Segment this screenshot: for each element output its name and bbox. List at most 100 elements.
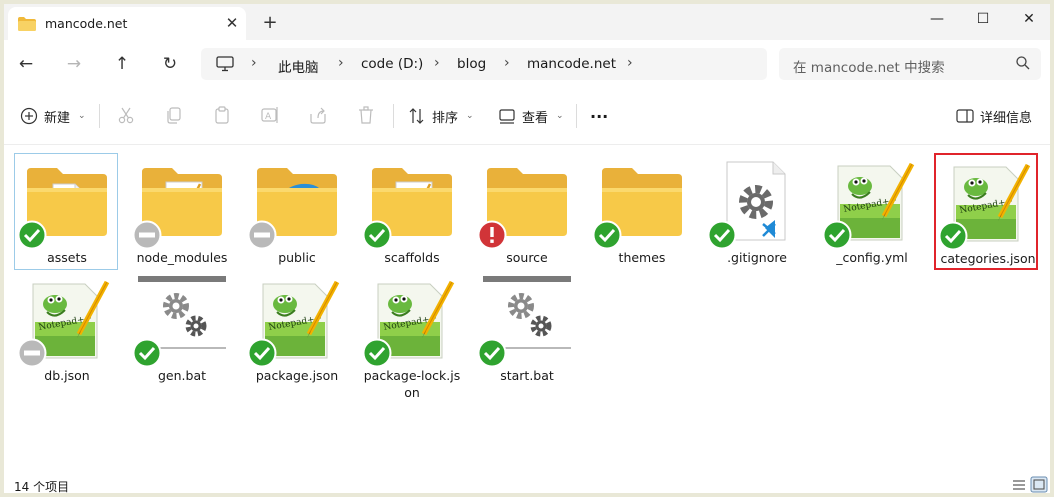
file-name: source: [506, 250, 548, 265]
breadcrumb-blog[interactable]: blog: [457, 56, 486, 72]
breadcrumb-drive[interactable]: code (D:): [361, 56, 423, 72]
file-item[interactable]: .gitignore: [704, 153, 808, 270]
chevron-down-icon: ⌄: [466, 111, 474, 121]
details-view-icon[interactable]: [1010, 476, 1028, 493]
title-bar: mancode.net ✕ + — ☐ ✕: [4, 4, 1050, 40]
neutral-badge-icon: [132, 220, 162, 250]
tab-title: mancode.net: [45, 16, 128, 31]
file-name: package-lock.json: [363, 368, 461, 400]
file-name: themes: [618, 250, 666, 265]
file-item[interactable]: Notepad++ package.json: [244, 271, 348, 388]
check-badge-icon: [938, 221, 968, 251]
details-button[interactable]: 详细信息: [956, 105, 1032, 127]
forward-button[interactable]: →: [60, 50, 88, 78]
view-label: 查看: [522, 110, 549, 126]
divider: [393, 104, 394, 128]
svg-text:A: A: [265, 112, 272, 122]
neutral-badge-icon: [247, 220, 277, 250]
cut-icon[interactable]: [116, 105, 136, 125]
search-placeholder: 在 mancode.net 中搜索: [793, 60, 945, 76]
back-button[interactable]: ←: [12, 50, 40, 78]
details-pane-icon: [956, 109, 974, 123]
check-badge-icon: [707, 220, 737, 250]
chevron-down-icon: ⌄: [556, 111, 564, 121]
close-tab-icon[interactable]: ✕: [221, 12, 243, 34]
neutral-badge-icon: [17, 338, 47, 368]
search-input[interactable]: 在 mancode.net 中搜索: [779, 48, 1041, 80]
file-name: public: [278, 250, 316, 265]
chevron-down-icon: ⌄: [78, 111, 86, 121]
command-bar: 新建 ⌄ A 排序 ⌄ 查看 ⌄ ··· 详细信息: [4, 88, 1050, 145]
check-badge-icon: [362, 338, 392, 368]
more-button[interactable]: ···: [590, 105, 608, 127]
sort-button[interactable]: 排序 ⌄: [408, 105, 474, 127]
file-name: db.json: [44, 368, 90, 383]
chevron-right-icon: ›: [434, 55, 440, 71]
computer-icon: [216, 56, 234, 72]
status-bar: 14 个项目: [4, 476, 1050, 493]
sort-label: 排序: [432, 110, 459, 126]
divider: [99, 104, 100, 128]
breadcrumb-this-pc[interactable]: 此电脑: [278, 56, 319, 76]
file-item[interactable]: Notepad++ db.json: [14, 271, 118, 388]
error-badge-icon: [477, 220, 507, 250]
item-count: 14 个项目: [14, 480, 70, 493]
check-badge-icon: [477, 338, 507, 368]
check-badge-icon: [247, 338, 277, 368]
file-item[interactable]: assets: [14, 153, 118, 270]
file-item[interactable]: node_modules: [129, 153, 233, 270]
address-bar[interactable]: › 此电脑 › code (D:) › blog › mancode.net ›: [201, 48, 767, 80]
file-name: _config.yml: [836, 250, 908, 265]
check-badge-icon: [592, 220, 622, 250]
chevron-right-icon: ›: [504, 55, 510, 71]
rename-icon[interactable]: A: [260, 105, 280, 125]
chevron-right-icon[interactable]: ›: [627, 55, 633, 71]
view-button[interactable]: 查看 ⌄: [498, 105, 564, 127]
tab-mancode[interactable]: mancode.net ✕: [8, 7, 246, 40]
minimize-button[interactable]: —: [914, 4, 960, 34]
delete-icon[interactable]: [356, 105, 376, 125]
folder-icon: [18, 17, 36, 31]
file-item[interactable]: Notepad++ _config.yml: [819, 153, 923, 270]
file-item[interactable]: source: [474, 153, 578, 270]
plus-circle-icon: [20, 107, 38, 125]
breadcrumb-mancode[interactable]: mancode.net: [527, 56, 616, 72]
paste-icon[interactable]: [212, 105, 232, 125]
details-label: 详细信息: [980, 110, 1033, 126]
view-icon: [499, 109, 515, 124]
new-button[interactable]: 新建 ⌄: [20, 105, 86, 127]
file-item[interactable]: themes: [589, 153, 693, 270]
address-row: ← → ↑ ↻ › 此电脑 › code (D:) › blog › manco…: [4, 40, 1050, 88]
file-name: start.bat: [500, 368, 554, 383]
file-item[interactable]: gen.bat: [129, 271, 233, 388]
file-name: package.json: [255, 368, 339, 383]
new-tab-button[interactable]: +: [258, 11, 282, 35]
search-icon[interactable]: [1015, 55, 1031, 71]
sort-icon: [409, 108, 424, 124]
chevron-right-icon: ›: [338, 55, 344, 71]
file-item[interactable]: public: [244, 153, 348, 270]
maximize-button[interactable]: ☐: [960, 4, 1006, 34]
check-badge-icon: [132, 338, 162, 368]
chevron-right-icon: ›: [251, 55, 257, 71]
copy-icon[interactable]: [164, 105, 184, 125]
new-label: 新建: [44, 110, 71, 126]
file-name: categories.json: [940, 251, 1036, 266]
file-item[interactable]: Notepad++ package-lock.json: [359, 271, 463, 400]
file-name: gen.bat: [157, 368, 207, 383]
explorer-window: mancode.net ✕ + — ☐ ✕ ← → ↑ ↻ › 此电脑 › co…: [4, 4, 1050, 493]
file-name: .gitignore: [727, 250, 787, 265]
share-icon[interactable]: [308, 105, 328, 125]
check-badge-icon: [362, 220, 392, 250]
file-item[interactable]: Notepad++ categories.json: [934, 153, 1038, 270]
divider: [576, 104, 577, 128]
file-item[interactable]: start.bat: [474, 271, 578, 388]
large-icons-view-icon[interactable]: [1030, 476, 1048, 493]
file-item[interactable]: scaffolds: [359, 153, 463, 270]
close-button[interactable]: ✕: [1006, 4, 1050, 34]
check-badge-icon: [822, 220, 852, 250]
file-grid: assets node_modules public scaffolds sou…: [4, 145, 1050, 477]
file-name: node_modules: [136, 250, 228, 265]
refresh-button[interactable]: ↻: [156, 50, 184, 78]
up-button[interactable]: ↑: [108, 50, 136, 78]
